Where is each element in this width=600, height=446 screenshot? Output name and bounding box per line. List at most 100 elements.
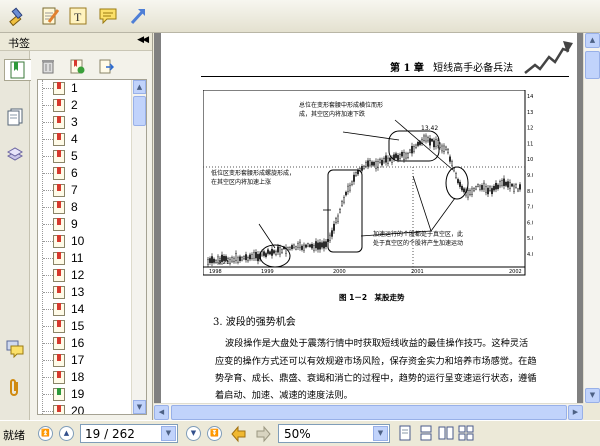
candle-body (378, 158, 381, 163)
bookmark-item[interactable]: 18 (38, 369, 132, 386)
pages-tab[interactable] (4, 106, 26, 128)
chevron-down-icon[interactable]: ▼ (373, 426, 388, 441)
double-chevron-left-icon[interactable]: ◀◀ (137, 35, 149, 45)
last-page-button[interactable]: ⏬ (207, 426, 222, 441)
attachments-tab[interactable] (4, 377, 26, 399)
bookmark-label: 19 (71, 387, 85, 401)
candle-body (245, 254, 248, 261)
bookmark-item[interactable]: 16 (38, 335, 132, 352)
bookmark-item[interactable]: 19 (38, 386, 132, 403)
zoom-select[interactable]: 50% ▼ (278, 424, 390, 443)
candle-body (229, 258, 232, 264)
delete-bookmark-button[interactable] (39, 57, 57, 75)
comment-tool-button[interactable] (95, 4, 121, 28)
candle-body (278, 247, 281, 255)
candle-body (274, 251, 277, 255)
continuous-facing-view-button[interactable] (458, 425, 474, 441)
bookmark-item[interactable]: 20 (38, 403, 132, 414)
bookmark-item[interactable]: 5 (38, 148, 132, 165)
bookmark-item[interactable]: 2 (38, 97, 132, 114)
candle-body (288, 247, 291, 250)
layers-tab[interactable] (4, 143, 26, 165)
bookmark-item[interactable]: 17 (38, 352, 132, 369)
candle-body (265, 253, 268, 257)
facing-view-button[interactable] (438, 425, 454, 441)
bookmark-icon (53, 150, 65, 163)
paragraph-line-4: 着启动、加速、减速的速度法则。 (215, 390, 353, 401)
first-page-button[interactable]: ⏫ (38, 426, 53, 441)
candle-body (350, 181, 353, 185)
bookmark-item[interactable]: 15 (38, 318, 132, 335)
bookmark-item[interactable]: 4 (38, 131, 132, 148)
bookmark-label: 13 (71, 285, 85, 299)
previous-page-button[interactable]: ▲ (59, 426, 74, 441)
scroll-right-arrow-icon[interactable]: ▶ (568, 405, 583, 420)
scroll-up-arrow-icon[interactable]: ▲ (133, 80, 146, 94)
candle-body (406, 153, 409, 158)
bookmark-label: 10 (71, 234, 85, 248)
bookmark-label: 6 (71, 166, 78, 180)
candle-body (306, 243, 309, 247)
bookmark-item[interactable]: 11 (38, 250, 132, 267)
bookmarks-tab[interactable] (4, 59, 31, 81)
scroll-down-arrow-icon[interactable]: ▼ (585, 388, 600, 403)
bookmark-scrollbar[interactable]: ▲ ▼ (131, 80, 146, 414)
scroll-left-arrow-icon[interactable]: ◀ (154, 405, 169, 420)
candle-body (364, 162, 367, 167)
forward-button[interactable] (253, 425, 271, 443)
candle-body (499, 181, 502, 187)
highlight-tool-button[interactable] (4, 4, 30, 28)
note-edit-tool-button[interactable] (37, 4, 63, 28)
document-viewport[interactable]: 第 1 章 短线高手必备兵法 总位在变形套腰中形成横位而形 成，其空区内将加速下… (154, 33, 600, 420)
candle-body (467, 190, 470, 198)
x-tick-label: 2001 (411, 269, 424, 275)
bookmark-list[interactable]: 1 2 3 4 5 6 7 8 9 10 11 12 13 14 15 16 17 18 19 20 ▲ ▼ (37, 79, 147, 415)
y-tick-label: 14.00 (527, 94, 533, 100)
bookmark-options-button[interactable] (97, 57, 115, 75)
bookmark-scroll-thumb[interactable] (133, 96, 146, 126)
bookmark-item[interactable]: 1 (38, 80, 132, 97)
bookmark-item[interactable]: 10 (38, 233, 132, 250)
scroll-down-arrow-icon[interactable]: ▼ (133, 400, 146, 414)
bookmark-item[interactable]: 7 (38, 182, 132, 199)
page-header: 第 1 章 短线高手必备兵法 (390, 59, 513, 74)
single-page-view-button[interactable] (397, 425, 413, 441)
arrow-tool-button[interactable] (125, 4, 151, 28)
bookmark-item[interactable]: 6 (38, 165, 132, 182)
candle-body (440, 145, 443, 152)
candle-body (308, 244, 311, 247)
text-tool-button[interactable]: T (65, 4, 91, 28)
bookmark-item[interactable]: 14 (38, 301, 132, 318)
add-bookmark-button[interactable] (68, 57, 86, 75)
horizontal-scroll-thumb[interactable] (171, 405, 567, 420)
arrow-icon (130, 9, 145, 25)
bookmark-item[interactable]: 9 (38, 216, 132, 233)
candle-body (382, 158, 385, 163)
candle-body (509, 182, 512, 189)
bookmark-item[interactable]: 13 (38, 284, 132, 301)
vertical-scroll-thumb[interactable] (585, 51, 600, 79)
continuous-view-button[interactable] (418, 425, 434, 441)
next-page-button[interactable]: ▼ (186, 426, 201, 441)
comments-tab[interactable] (4, 338, 26, 360)
candle-body (374, 161, 377, 169)
scroll-up-arrow-icon[interactable]: ▲ (585, 33, 600, 48)
document-vertical-scrollbar[interactable]: ▲ ▼ (583, 33, 600, 403)
candle-body (456, 179, 459, 184)
bookmark-item[interactable]: 3 (38, 114, 132, 131)
back-button[interactable] (231, 425, 249, 443)
trash-icon (42, 60, 54, 74)
layers-icon (6, 147, 24, 161)
candle-body (416, 142, 419, 146)
candle-body (336, 215, 339, 222)
bookmark-item[interactable]: 12 (38, 267, 132, 284)
candle-body (410, 146, 413, 154)
page-number-field[interactable]: 19 / 262 ▼ (80, 424, 178, 443)
bookmark-icon (10, 61, 25, 79)
y-tick-label: 6.00 (527, 220, 533, 226)
bookmark-item[interactable]: 8 (38, 199, 132, 216)
chapter-arrow-decoration (524, 41, 573, 74)
document-horizontal-scrollbar[interactable]: ◀ ▶ (154, 403, 583, 420)
candle-body (206, 259, 209, 265)
chevron-down-icon[interactable]: ▼ (161, 426, 176, 441)
